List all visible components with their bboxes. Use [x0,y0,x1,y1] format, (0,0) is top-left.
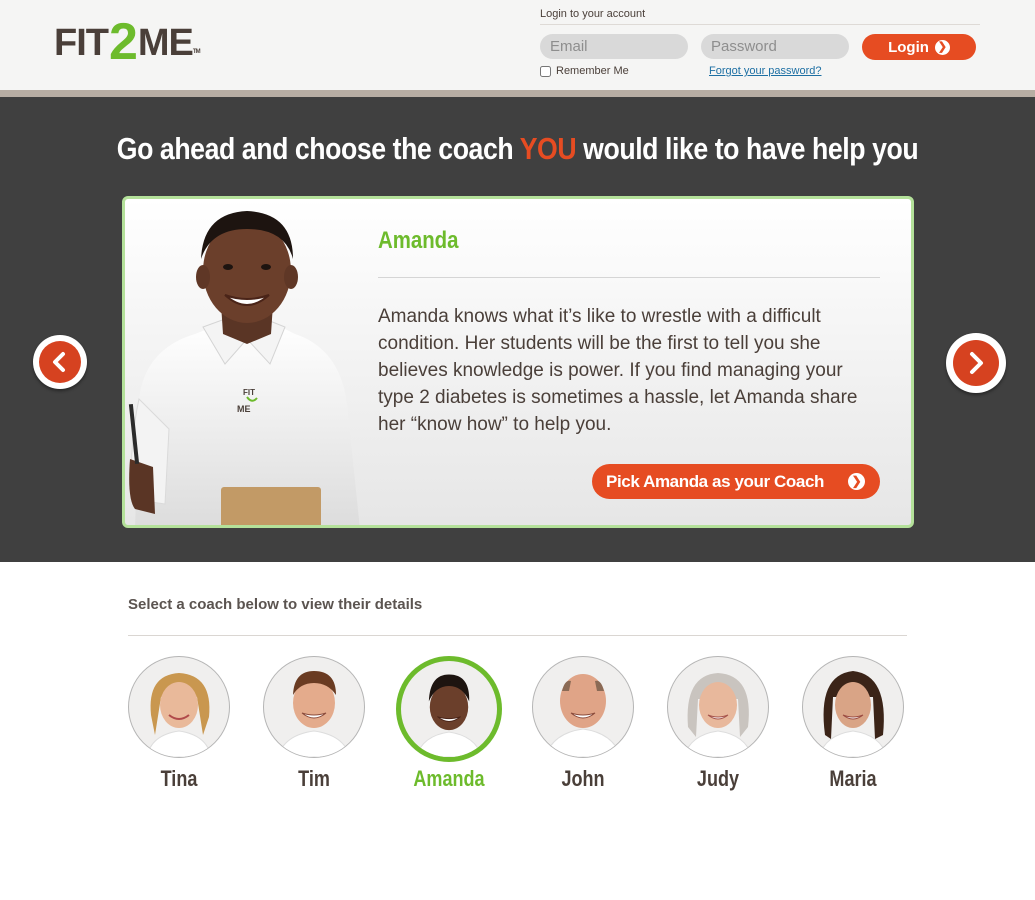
arrow-circle-right-icon: ❯ [848,473,865,490]
card-divider [378,277,880,278]
password-field[interactable] [701,34,849,59]
coach-option-name: Maria [829,766,877,791]
logo-text-me: ME [137,22,194,64]
avatar [532,656,634,758]
hero-title-start: Go ahead and choose the coach [116,131,520,166]
email-field[interactable] [540,34,688,59]
login-divider [540,24,980,25]
arrow-circle-right-icon: ❯ [934,39,950,55]
coach-option-name: Tim [298,766,330,791]
hero-title: Go ahead and choose the coach YOU would … [72,131,962,167]
remember-me[interactable]: Remember Me [540,65,629,77]
selector-divider [128,635,907,636]
coach-option-name: Judy [696,766,740,791]
hero-title-end: would like to have help you [576,131,919,166]
logo-trademark: TM [192,49,201,55]
avatar [667,656,769,758]
avatar [263,656,365,758]
pick-coach-button[interactable]: Pick Amanda as your Coach ❯ [592,464,880,499]
select-coach-label: Select a coach below to view their detai… [128,596,423,613]
site-header: FIT2METM Login to your account Login ❯ R… [0,0,1035,90]
forgot-password-link[interactable]: Forgot your password? [709,65,822,77]
fit2me-logo[interactable]: FIT2METM [54,16,201,72]
chevron-left-icon [39,341,81,383]
coach-option-maria[interactable]: Maria [800,656,906,792]
coach-option-judy[interactable]: Judy [665,656,771,792]
coach-option-tina[interactable]: Tina [126,656,232,792]
coach-photo: FIT ME [128,211,360,525]
coach-option-amanda[interactable]: Amanda [396,656,502,792]
logo-text-2: 2 [108,13,138,71]
chevron-right-icon [953,340,999,386]
coach-option-name: John [561,766,605,791]
coach-option-tim[interactable]: Tim [261,656,367,792]
logo-text-fit: FIT [54,22,109,64]
hero-title-emphasis: YOU [519,131,577,166]
shirt-logo-top: FIT [243,388,255,397]
previous-coach-button[interactable] [33,335,87,389]
coach-option-name: Amanda [413,766,485,791]
avatar-selected [396,656,502,762]
coach-name: Amanda [378,227,459,254]
login-title: Login to your account [540,8,646,20]
avatar [128,656,230,758]
remember-me-checkbox[interactable] [540,65,551,77]
coach-bio: Amanda knows what it’s like to wrestle w… [378,306,858,435]
next-coach-button[interactable] [946,333,1006,393]
coach-option-name: Tina [160,766,198,791]
avatar [802,656,904,758]
pick-coach-label: Pick Amanda as your Coach [606,471,825,491]
header-divider [0,90,1035,97]
login-button-label: Login [888,38,929,56]
coach-option-john[interactable]: John [530,656,636,792]
login-button[interactable]: Login ❯ [862,34,976,60]
featured-coach-card: FIT ME Amanda Amanda knows what it’s lik… [122,196,914,528]
remember-me-label: Remember Me [556,65,629,77]
shirt-logo-bottom: ME [237,404,251,414]
